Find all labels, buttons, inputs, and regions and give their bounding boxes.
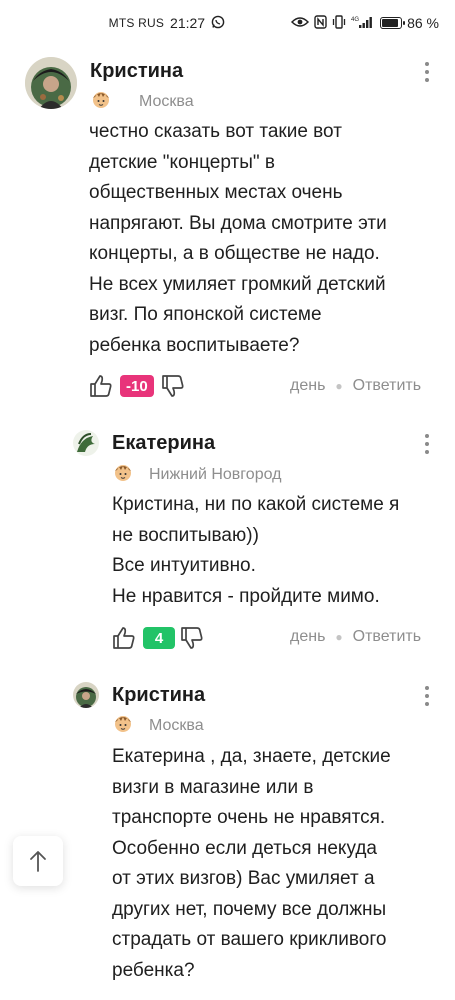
comment-text-line: визг. По японской системе xyxy=(89,304,322,325)
comment-text: честно сказать вот такие вот детские "ко… xyxy=(89,117,439,361)
comment-text-line: Не нравится - пройдите мимо. xyxy=(112,585,380,607)
comment-text-line: детские "концерты" в xyxy=(89,151,275,173)
arrow-up-icon xyxy=(30,851,46,872)
status-icons: 4G 86 % xyxy=(291,14,439,32)
thumbs-up-icon[interactable] xyxy=(88,373,114,399)
author-name[interactable]: Кристина xyxy=(112,684,205,707)
city-emoji-icon xyxy=(113,462,133,487)
comment-text-line: ребенка? xyxy=(112,959,195,981)
location-row: Нижний Новгород xyxy=(113,462,281,487)
battery-percent: 86 % xyxy=(407,15,439,31)
location-row: Москва xyxy=(113,713,204,738)
more-options-icon[interactable] xyxy=(424,686,430,706)
comment-text-line: визги в магазине или в xyxy=(112,776,314,798)
avatar[interactable] xyxy=(25,57,77,109)
comment-text-line: транспорте очень не нравятся. xyxy=(112,807,386,828)
nfc-icon xyxy=(314,14,327,32)
reply-button[interactable]: Ответить xyxy=(353,628,421,646)
author-city: Москва xyxy=(149,716,204,734)
comment-text-line: страдать от вашего крикливого xyxy=(112,929,387,950)
comment-meta: день ● Ответить xyxy=(290,628,421,646)
city-emoji-icon xyxy=(113,713,133,738)
comment-text: Кристина, ни по какой системе я не воспи… xyxy=(112,490,442,612)
signal-icon: 4G xyxy=(351,15,375,32)
carrier-name: MTS RUS xyxy=(108,16,165,30)
more-options-icon[interactable] xyxy=(424,62,430,82)
author-name[interactable]: Кристина xyxy=(90,60,183,83)
battery-icon xyxy=(380,17,406,29)
rating-badge: -10 xyxy=(120,375,154,397)
location-row: Москва xyxy=(91,89,194,114)
comment-text-line: Екатерина , да, знаете, детские xyxy=(112,746,391,767)
comment-text-line: других нет, почему все должны xyxy=(112,898,387,920)
avatar[interactable] xyxy=(73,682,99,708)
clock: 21:27 xyxy=(170,15,206,31)
thumbs-up-icon[interactable] xyxy=(111,625,137,651)
comment-text-line: концерты, а в обществе не надо. xyxy=(89,243,380,264)
author-city: Москва xyxy=(139,92,194,110)
comment-time: день xyxy=(290,377,326,394)
comment-text-line: Кристина, ни по какой системе я xyxy=(112,494,400,515)
city-emoji-icon xyxy=(91,89,111,114)
separator-dot: ● xyxy=(335,630,343,644)
comment-text-line: не воспитываю)) xyxy=(112,524,259,546)
author-name[interactable]: Екатерина xyxy=(112,432,215,455)
battery-fill xyxy=(382,19,398,27)
status-bar: MTS RUS 21:27 4G 86 % xyxy=(0,0,455,46)
separator-dot: ● xyxy=(335,379,343,393)
comment-text-line: честно сказать вот такие вот xyxy=(89,121,342,142)
rating-badge: 4 xyxy=(143,627,175,649)
avatar[interactable] xyxy=(73,430,99,456)
comment-text: Екатерина , да, знаете, детские визги в … xyxy=(112,742,442,986)
comment-text-line: Все интуитивно. xyxy=(112,555,256,576)
rating-controls: -10 xyxy=(88,373,186,399)
scroll-to-top-button[interactable] xyxy=(13,836,63,886)
thumbs-down-icon[interactable] xyxy=(179,625,205,651)
rating-controls: 4 xyxy=(111,625,205,651)
comment-text-line: ребенка воспитываете? xyxy=(89,334,300,356)
svg-text:4G: 4G xyxy=(351,17,359,23)
vibrate-icon xyxy=(332,14,346,32)
more-options-icon[interactable] xyxy=(424,434,430,454)
whatsapp-icon xyxy=(211,15,225,32)
author-city: Нижний Новгород xyxy=(149,465,282,483)
comment-time: день xyxy=(290,628,326,645)
eye-icon xyxy=(291,16,310,31)
thumbs-down-icon[interactable] xyxy=(160,373,186,399)
comment-meta: день ● Ответить xyxy=(290,377,421,395)
comment-text-line: общественных местах очень xyxy=(89,182,343,203)
comment-text-line: Не всех умиляет громкий детский xyxy=(89,273,386,295)
reply-button[interactable]: Ответить xyxy=(353,377,421,395)
comment-text-line: от этих визгов) Вас умиляет а xyxy=(112,868,375,889)
comment-text-line: Особенно если деться некуда xyxy=(112,837,377,859)
comment-text-line: напрягают. Вы дома смотрите эти xyxy=(89,212,387,234)
